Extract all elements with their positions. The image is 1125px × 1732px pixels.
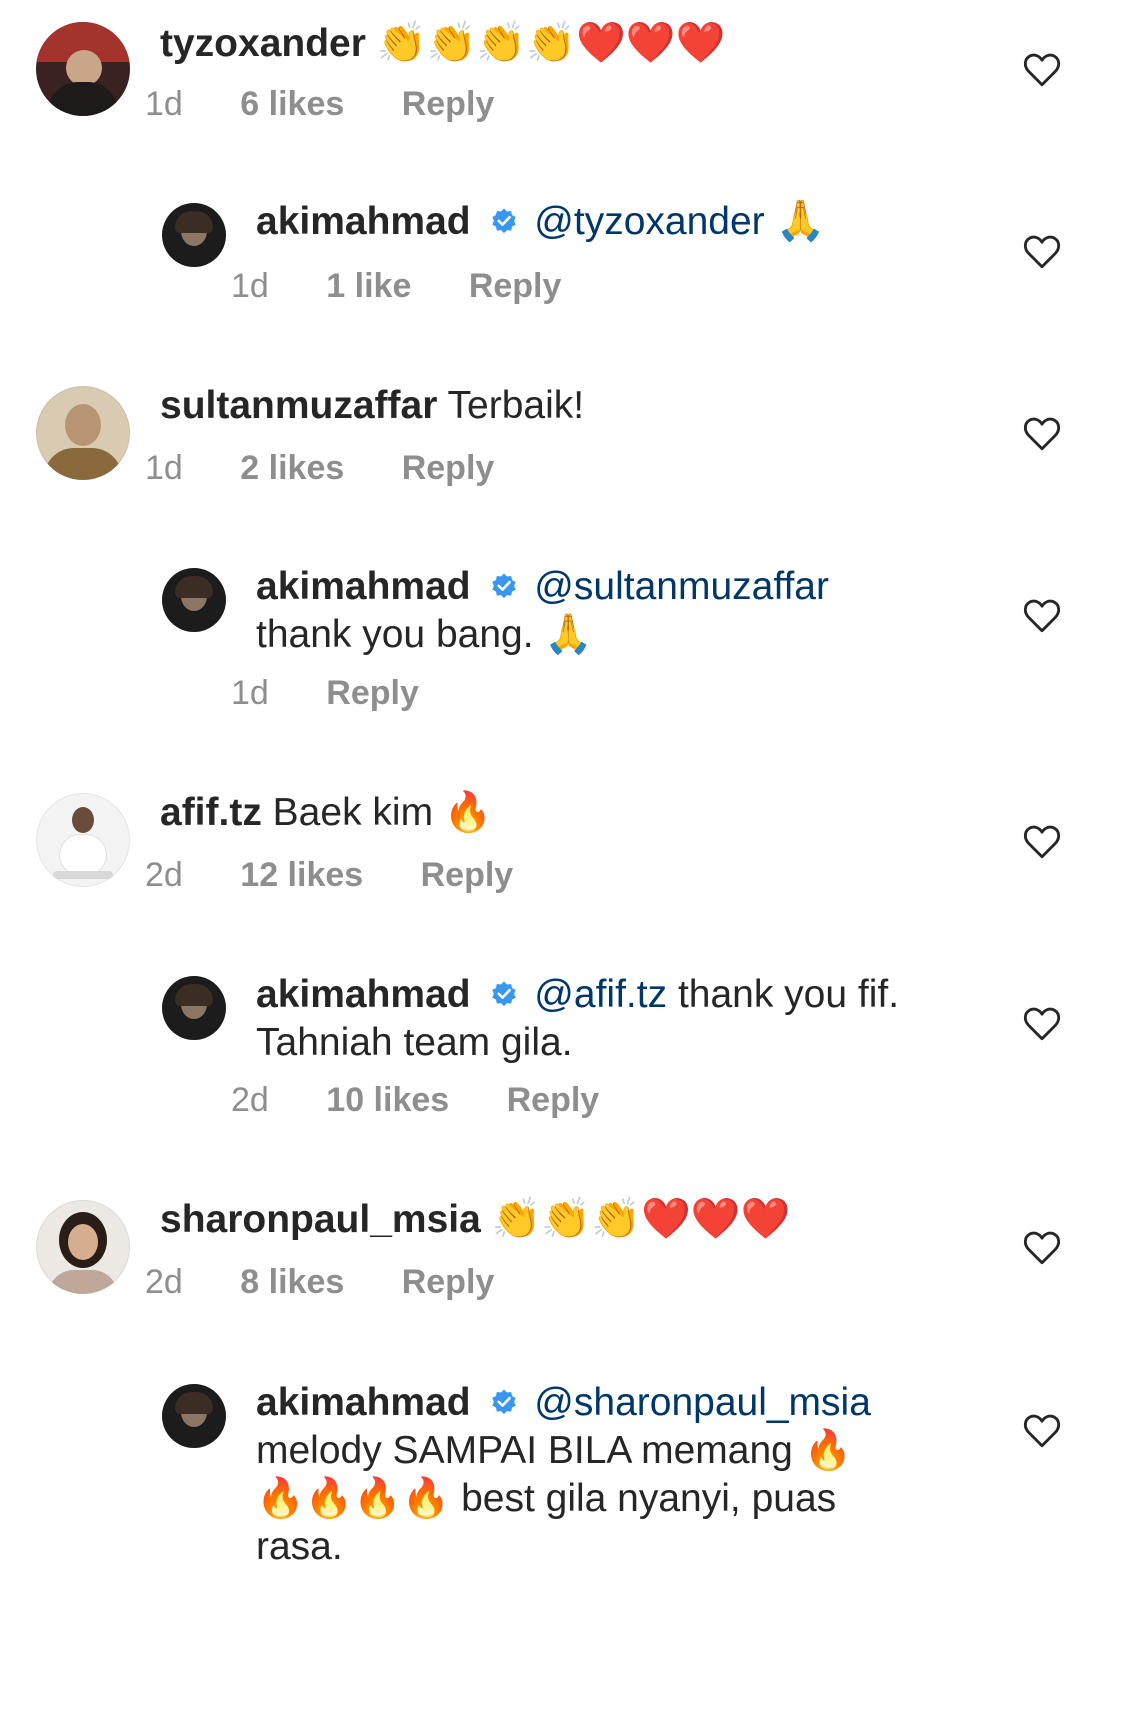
reply-button[interactable]: Reply <box>421 855 514 895</box>
comment-timestamp: 1d <box>231 267 269 305</box>
verified-badge-icon <box>492 981 517 1007</box>
comment-username[interactable]: sharonpaul_msia <box>160 1198 481 1241</box>
comment-timestamp: 1d <box>231 674 269 712</box>
heart-outline-icon[interactable] <box>1022 1006 1062 1042</box>
comment-text: melody SAMPAI BILA memang 🔥🔥🔥🔥🔥 best gil… <box>256 1429 853 1568</box>
heart-outline-icon[interactable] <box>1022 416 1062 452</box>
reply-button[interactable]: Reply <box>507 1080 600 1120</box>
heart-outline-icon[interactable] <box>1022 52 1062 88</box>
comment-username[interactable]: afif.tz <box>160 791 262 834</box>
heart-outline-icon[interactable] <box>1022 1413 1062 1449</box>
mention-link[interactable]: @sultanmuzaffar <box>534 565 829 608</box>
comment-text: 🙏 <box>775 198 826 244</box>
avatar[interactable] <box>36 22 130 116</box>
reply-button[interactable]: Reply <box>469 266 562 306</box>
reply-button[interactable]: Reply <box>326 673 419 713</box>
comment-username[interactable]: akimahmad <box>256 1381 471 1424</box>
mention-link[interactable]: @afif.tz <box>534 973 667 1016</box>
avatar[interactable] <box>162 1384 226 1448</box>
comment-likes[interactable]: 12 likes <box>240 855 363 895</box>
heart-outline-icon[interactable] <box>1022 234 1062 270</box>
comment-username[interactable]: akimahmad <box>256 200 471 243</box>
verified-badge-icon <box>492 208 517 234</box>
verified-badge-icon <box>492 1389 517 1415</box>
reply-button[interactable]: Reply <box>402 1262 495 1302</box>
mention-link[interactable]: @sharonpaul_msia <box>534 1381 871 1424</box>
comment-timestamp: 1d <box>145 449 183 487</box>
avatar[interactable] <box>36 386 130 480</box>
comment-timestamp: 2d <box>145 1263 183 1301</box>
avatar[interactable] <box>36 793 130 887</box>
comment-username[interactable]: tyzoxander <box>160 22 366 65</box>
comment-text: Terbaik! <box>447 384 585 427</box>
comment-likes[interactable]: 6 likes <box>240 84 344 124</box>
mention-link[interactable]: @tyzoxander <box>534 200 764 243</box>
comment-timestamp: 2d <box>231 1081 269 1119</box>
avatar[interactable] <box>162 976 226 1040</box>
avatar[interactable] <box>36 1200 130 1294</box>
reply-button[interactable]: Reply <box>402 448 495 488</box>
comment-text: thank you bang. 🙏 <box>256 613 593 656</box>
avatar[interactable] <box>162 203 226 267</box>
comment-timestamp: 2d <box>145 856 183 894</box>
comment-likes[interactable]: 10 likes <box>326 1080 449 1120</box>
comment-timestamp: 1d <box>145 85 183 123</box>
reply-button[interactable]: Reply <box>402 84 495 124</box>
comment-username[interactable]: akimahmad <box>256 973 471 1016</box>
comment-text: 👏👏👏👏❤️❤️❤️ <box>376 20 726 66</box>
comment-username[interactable]: akimahmad <box>256 565 471 608</box>
heart-outline-icon[interactable] <box>1022 824 1062 860</box>
comment-likes[interactable]: 1 like <box>326 266 411 306</box>
comment-text: Baek kim 🔥 <box>272 791 493 834</box>
avatar[interactable] <box>162 568 226 632</box>
comment-text: 👏👏👏❤️❤️❤️ <box>491 1196 791 1242</box>
heart-outline-icon[interactable] <box>1022 598 1062 634</box>
comment-likes[interactable]: 8 likes <box>240 1262 344 1302</box>
verified-badge-icon <box>492 573 517 599</box>
comment-likes[interactable]: 2 likes <box>240 448 344 488</box>
comment-username[interactable]: sultanmuzaffar <box>160 384 437 427</box>
heart-outline-icon[interactable] <box>1022 1230 1062 1266</box>
